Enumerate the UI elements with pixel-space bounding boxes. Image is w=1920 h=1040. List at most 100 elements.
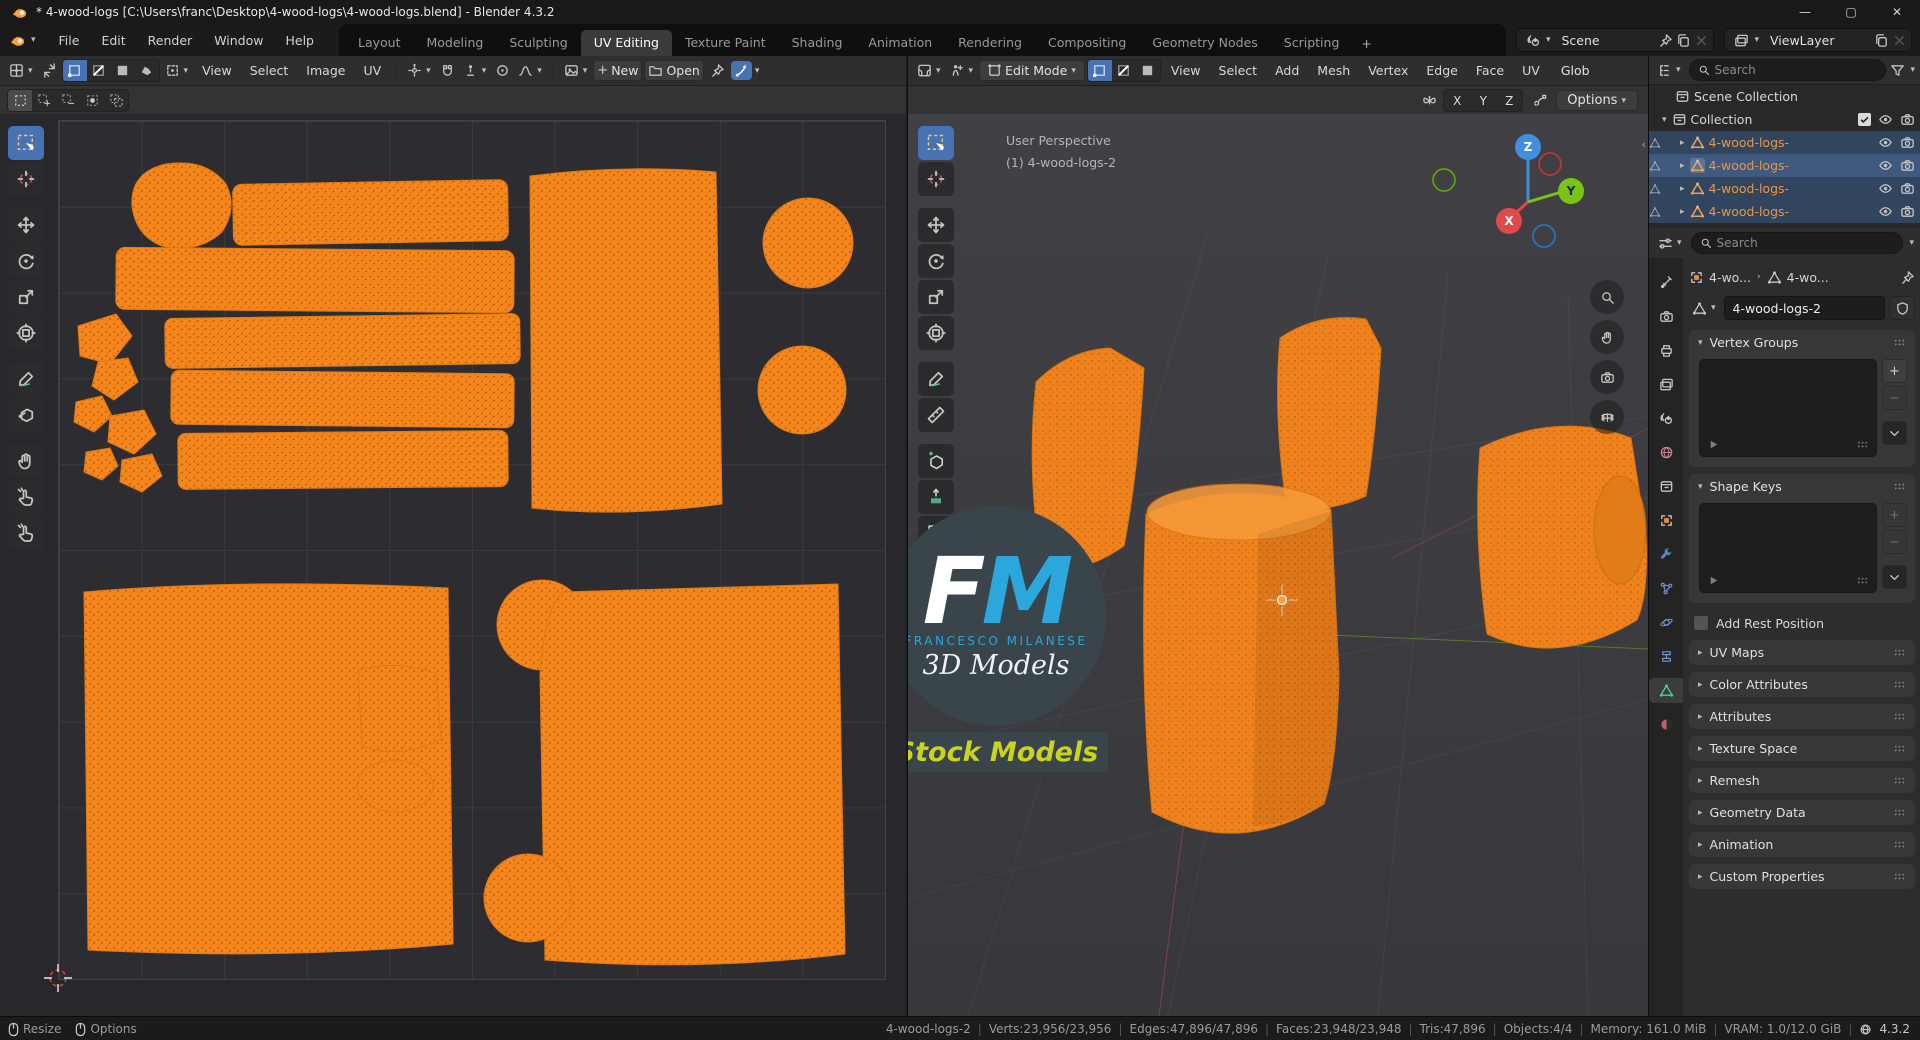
image-new-button[interactable]: + New [593,60,643,81]
uv-falloff-button[interactable]: ▾ [515,61,546,80]
uv-select-vertex-button[interactable] [62,60,87,81]
uv-island[interactable] [539,583,846,966]
uv-select-face-button[interactable] [111,60,135,81]
delete-viewlayer-icon[interactable] [1892,33,1907,48]
maximize-button[interactable]: ▢ [1828,0,1874,24]
vp-menu-uv[interactable]: UV [1514,61,1548,80]
uv-proportional-edit-toggle[interactable] [492,61,513,80]
grip-icon[interactable] [1892,709,1907,724]
expand-play-icon[interactable] [1706,437,1721,452]
axis-z-handle[interactable]: Z [1515,134,1541,160]
mode-icon-button[interactable]: ▾ [947,61,978,80]
tab-rendering[interactable]: Rendering [945,30,1035,56]
menu-render[interactable]: Render [137,24,204,56]
vp-menu-mesh[interactable]: Mesh [1309,61,1358,80]
panel-header[interactable]: ▸ Texture Space [1689,736,1915,761]
properties-editor-type-button[interactable]: ▾ [1655,234,1686,253]
uv-island[interactable] [119,453,163,493]
pan-button[interactable] [1590,320,1624,354]
pin-icon[interactable] [1658,33,1673,48]
tab-output[interactable] [1652,338,1680,363]
log-mesh[interactable] [1277,317,1382,509]
collection-checkbox[interactable] [1858,113,1871,126]
grip-icon[interactable] [1892,837,1907,852]
outliner-row-scene-collection[interactable]: Scene Collection [1649,85,1920,108]
uv-menu-uv[interactable]: UV [355,61,389,80]
menu-file[interactable]: File [48,24,91,56]
tool-select-box[interactable] [918,126,954,160]
outliner-editor-type-button[interactable]: ▾ [1654,61,1685,80]
uv-island[interactable] [131,162,232,249]
menu-help[interactable]: Help [274,24,325,56]
grip-icon[interactable] [1892,741,1907,756]
uv-island[interactable] [177,430,509,490]
tool-transform[interactable] [918,316,954,350]
chevron-collapsed-icon[interactable]: ▸ [1679,161,1686,171]
grip-icon[interactable] [1892,335,1907,350]
add-vertex-group-button[interactable]: + [1882,359,1907,383]
close-button[interactable]: ✕ [1874,0,1920,24]
uv-pivot-button[interactable]: ▾ [404,61,435,80]
mirror-x-button[interactable]: X [1444,90,1470,111]
face-select-button[interactable] [1136,60,1160,81]
tab-scripting[interactable]: Scripting [1271,30,1353,56]
viewlayer-name[interactable]: ViewLayer [1765,33,1871,48]
panel-vertex-groups-header[interactable]: ▾ Vertex Groups [1689,330,1915,355]
tab-render[interactable] [1652,304,1680,329]
vp-menu-view[interactable]: View [1163,61,1209,80]
tab-physics[interactable] [1652,610,1680,635]
tab-uv-editing[interactable]: UV Editing [580,30,672,56]
breadcrumb-data[interactable]: 4-wo... [1787,270,1829,285]
uv-island[interactable] [164,313,521,369]
hide-eye-icon[interactable] [1878,135,1893,150]
tab-view-layer[interactable] [1652,372,1680,397]
chevron-collapsed-icon[interactable]: ▸ [1679,138,1686,148]
uv-island[interactable] [757,345,847,435]
tab-modifiers[interactable] [1652,542,1680,567]
panel-header[interactable]: ▸ Custom Properties [1689,864,1915,889]
tab-compositing[interactable]: Compositing [1035,30,1139,56]
tool-measure[interactable] [918,398,954,432]
grip-icon[interactable] [1892,645,1907,660]
wood-log-meshes[interactable] [1031,317,1648,834]
tab-texture-paint[interactable]: Texture Paint [672,30,779,56]
navigation-gizmo[interactable]: Z Y X [1432,132,1586,248]
tool-move[interactable] [918,208,954,242]
image-open-button[interactable]: Open [644,60,704,81]
filter-icon[interactable] [1890,63,1905,78]
chevron-collapsed-icon[interactable]: ▸ [1679,184,1686,194]
vp-menu-add[interactable]: Add [1267,61,1307,80]
select-intersect-button[interactable] [104,90,128,111]
tool-relax[interactable] [8,480,44,514]
fake-user-shield-button[interactable] [1889,296,1915,320]
tool-move[interactable] [8,208,44,242]
vertex-group-specials-button[interactable] [1882,421,1907,445]
add-shape-key-button[interactable]: + [1882,503,1907,527]
uv-editor-type-button[interactable]: ▾ [6,61,37,80]
hide-eye-icon[interactable] [1878,158,1893,173]
mesh-name-field[interactable]: 4-wood-logs-2 [1723,296,1885,320]
uv-island[interactable] [762,197,854,289]
render-camera-icon[interactable] [1900,112,1915,127]
new-viewlayer-icon[interactable] [1874,33,1889,48]
blender-menu-button[interactable]: ▾ [0,24,48,56]
grip-icon[interactable] [1855,437,1870,452]
uv-island[interactable] [115,246,515,314]
hide-eye-icon[interactable] [1878,181,1893,196]
vp-menu-vertex[interactable]: Vertex [1360,61,1416,80]
tab-shading[interactable]: Shading [779,30,856,56]
tool-cursor[interactable] [8,162,44,196]
outliner-row-object-1[interactable]: ▸ 4-wood-logs- [1649,131,1920,154]
tab-world[interactable] [1652,440,1680,465]
tool-rotate[interactable] [918,244,954,278]
tab-geometry-nodes[interactable]: Geometry Nodes [1139,30,1270,56]
vp-menu-edge[interactable]: Edge [1418,61,1465,80]
uv-snap-settings-button[interactable]: ▾ [460,61,491,80]
add-rest-position-checkbox[interactable] [1693,615,1709,631]
tool-scale[interactable] [918,280,954,314]
viewlayer-browse-button[interactable]: ▾ [1729,33,1765,48]
uv-select-edge-button[interactable] [87,60,111,81]
panel-header[interactable]: ▸ Animation [1689,832,1915,857]
hide-eye-icon[interactable] [1878,112,1893,127]
uv-menu-view[interactable]: View [194,61,240,80]
